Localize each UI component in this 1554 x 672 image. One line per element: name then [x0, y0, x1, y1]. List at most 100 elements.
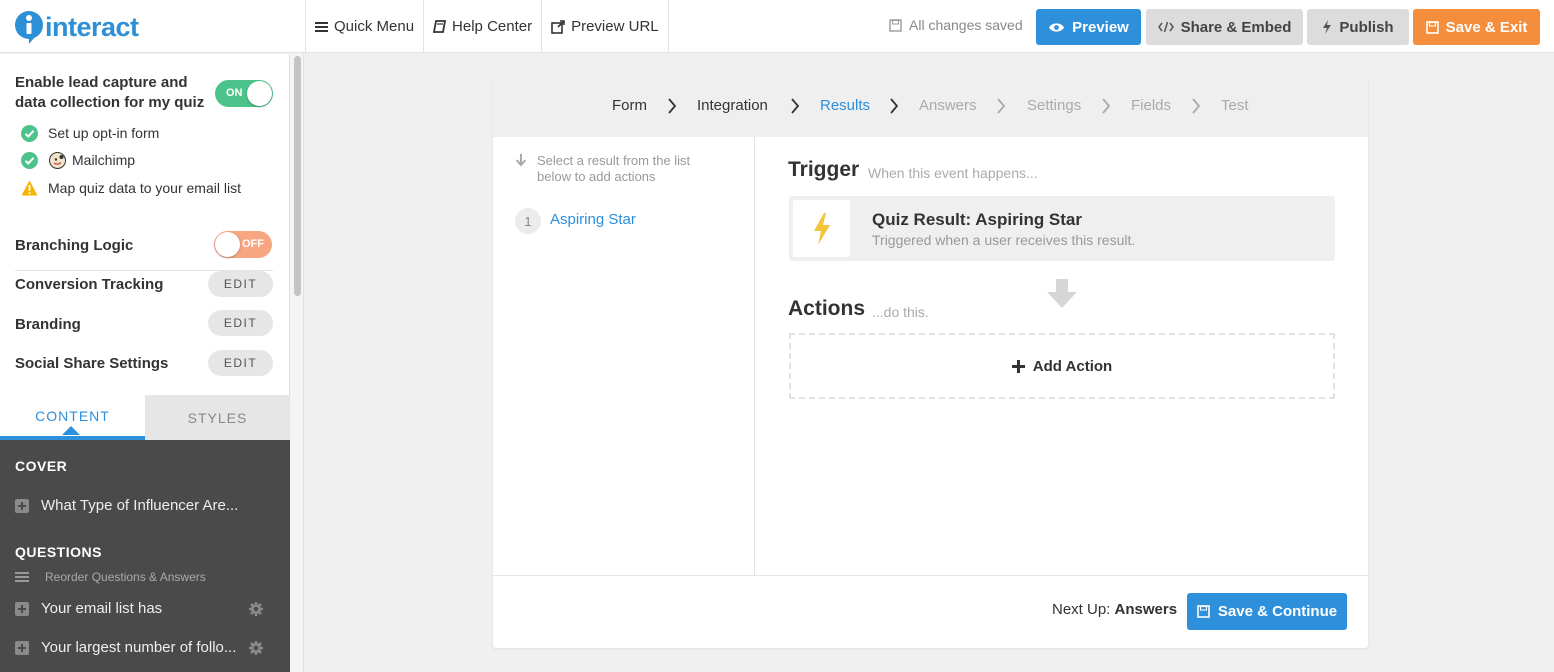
- save-exit-button[interactable]: Save & Exit: [1413, 9, 1540, 45]
- code-icon: [1157, 21, 1174, 33]
- plus-icon: [1011, 359, 1025, 373]
- breadcrumb-test[interactable]: Test: [1221, 97, 1249, 114]
- add-action-label: Add Action: [1032, 357, 1113, 375]
- question-item[interactable]: Your email list has: [15, 600, 265, 617]
- floppy-icon: [1197, 605, 1210, 618]
- social-share-label: Social Share Settings: [15, 355, 169, 372]
- trigger-subheading: When this event happens...: [868, 165, 1038, 181]
- results-list: Select a result from the list below to a…: [493, 137, 755, 575]
- logo[interactable]: interact: [14, 9, 139, 45]
- lead-capture-toggle[interactable]: ON: [215, 80, 273, 107]
- chevron-right-icon: [997, 98, 1006, 114]
- preview-url-button[interactable]: Preview URL: [541, 0, 669, 53]
- expand-plus-icon[interactable]: [15, 640, 29, 655]
- breadcrumb-settings[interactable]: Settings: [1027, 97, 1081, 114]
- floppy-icon: [889, 18, 902, 32]
- branching-logic-toggle[interactable]: OFF: [214, 231, 272, 258]
- bolt-icon: [793, 200, 850, 257]
- share-embed-label: Share & Embed: [1180, 18, 1292, 36]
- cover-heading: COVER: [15, 458, 68, 474]
- save-continue-button[interactable]: Save & Continue: [1187, 593, 1347, 630]
- chevron-right-icon: [1102, 98, 1111, 114]
- breadcrumb-integration[interactable]: Integration: [697, 97, 768, 114]
- quick-menu-label: Quick Menu: [334, 18, 415, 35]
- next-up: Next Up: Answers: [1052, 601, 1177, 618]
- arrow-down-icon: [515, 154, 527, 167]
- content-outline: COVER What Type of Influencer Are... QUE…: [0, 440, 290, 672]
- conversion-tracking-edit-button[interactable]: EDIT: [208, 271, 273, 297]
- checklist-item-mailchimp[interactable]: Mailchimp: [20, 150, 135, 170]
- next-up-value: Answers: [1114, 601, 1178, 618]
- social-share-edit-button[interactable]: EDIT: [208, 350, 273, 376]
- toggle-knob: [247, 81, 272, 106]
- mailchimp-icon: [48, 151, 66, 169]
- checklist-label: Set up opt-in form: [48, 125, 160, 141]
- publish-button[interactable]: Publish: [1307, 9, 1409, 45]
- reorder-label: Reorder Questions & Answers: [45, 570, 206, 584]
- questions-heading: QUESTIONS: [15, 544, 102, 560]
- share-embed-button[interactable]: Share & Embed: [1146, 9, 1303, 45]
- gear-icon[interactable]: [248, 601, 264, 617]
- chevron-right-icon: [1192, 98, 1201, 114]
- preview-label: Preview: [1072, 18, 1129, 36]
- publish-label: Publish: [1339, 18, 1394, 36]
- card-footer: Next Up: Answers Save & Continue: [493, 575, 1368, 648]
- actions-heading: Actions: [788, 297, 866, 320]
- menu-icon: [315, 21, 328, 32]
- save-status-text: All changes saved: [909, 17, 1023, 33]
- save-exit-label: Save & Exit: [1445, 18, 1528, 36]
- top-nav: Quick Menu Help Center Preview URL: [305, 0, 669, 53]
- book-icon: [433, 20, 447, 33]
- results-hint: Select a result from the list below to a…: [537, 153, 691, 184]
- tab-styles[interactable]: STYLES: [145, 395, 290, 440]
- help-center-label: Help Center: [452, 18, 533, 35]
- reorder-questions-link[interactable]: Reorder Questions & Answers: [15, 570, 206, 584]
- cover-item[interactable]: What Type of Influencer Are...: [15, 497, 265, 514]
- save-status: All changes saved: [889, 17, 1023, 33]
- breadcrumb-answers[interactable]: Answers: [919, 97, 977, 114]
- eye-icon: [1049, 22, 1065, 32]
- gear-icon[interactable]: [248, 640, 264, 656]
- expand-plus-icon[interactable]: [15, 498, 29, 513]
- sidebar-tabs: CONTENT STYLES: [0, 395, 290, 440]
- quick-menu-button[interactable]: Quick Menu: [305, 0, 423, 53]
- lead-capture-label: Enable lead capture and data collection …: [15, 74, 205, 111]
- branding-label: Branding: [15, 316, 81, 333]
- trigger-card: Quiz Result: Aspiring Star Triggered whe…: [789, 196, 1335, 261]
- checklist-item-opt-in[interactable]: Set up opt-in form: [20, 123, 159, 143]
- trigger-heading: Trigger: [788, 158, 860, 181]
- drag-handle-icon: [15, 570, 29, 584]
- cover-item-label: What Type of Influencer Are...: [41, 497, 239, 514]
- check-circle-icon: [20, 124, 38, 142]
- chevron-right-icon: [791, 98, 800, 114]
- next-up-prefix: Next Up:: [1052, 601, 1111, 618]
- conversion-tracking-label: Conversion Tracking: [15, 276, 164, 293]
- breadcrumb-results[interactable]: Results: [820, 97, 870, 114]
- breadcrumb-form[interactable]: Form: [612, 97, 647, 114]
- branding-edit-button[interactable]: EDIT: [208, 310, 273, 336]
- result-item-aspiring-star[interactable]: Aspiring Star: [550, 211, 636, 228]
- toggle-label: OFF: [242, 238, 264, 250]
- trigger-title: Quiz Result: Aspiring Star: [872, 210, 1083, 229]
- floppy-icon: [1425, 20, 1439, 34]
- warning-icon: [20, 179, 38, 197]
- help-center-button[interactable]: Help Center: [423, 0, 541, 53]
- check-circle-icon: [20, 151, 38, 169]
- question-item[interactable]: Your largest number of follo...: [15, 639, 265, 656]
- scrollbar-thumb[interactable]: [294, 56, 301, 296]
- sidebar-scrollbar[interactable]: [290, 54, 304, 672]
- logo-text: interact: [45, 11, 139, 42]
- question-label: Your largest number of follo...: [41, 639, 237, 656]
- expand-plus-icon[interactable]: [15, 601, 29, 616]
- checklist-item-map-data[interactable]: Map quiz data to your email list: [20, 178, 241, 198]
- preview-button[interactable]: Preview: [1036, 9, 1141, 45]
- breadcrumb-fields[interactable]: Fields: [1131, 97, 1171, 114]
- result-number: 1: [515, 208, 541, 234]
- chevron-right-icon: [890, 98, 899, 114]
- toggle-knob: [215, 232, 240, 257]
- preview-url-label: Preview URL: [571, 18, 659, 35]
- actions-subheading: ...do this.: [872, 304, 929, 320]
- add-action-button[interactable]: Add Action: [789, 333, 1335, 399]
- bolt-icon: [1323, 20, 1332, 34]
- breadcrumb: Form Integration Results Answers Setting…: [493, 76, 1368, 137]
